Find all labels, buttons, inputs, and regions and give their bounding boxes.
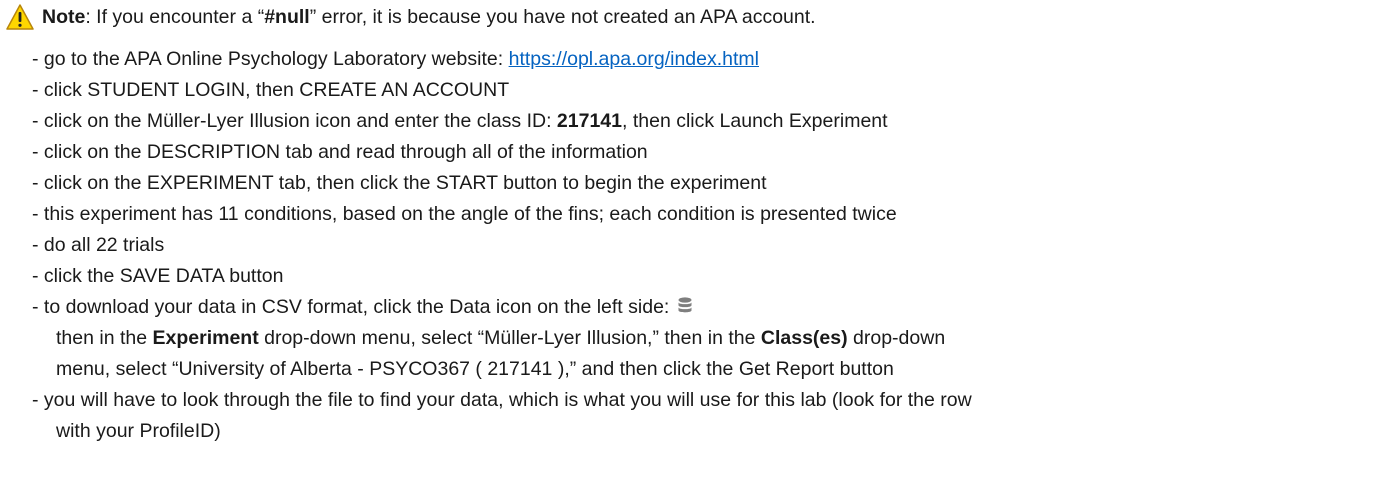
step-find-data: - you will have to look through the file… bbox=[32, 389, 972, 411]
step-download-continued: then in the Experiment drop-down menu, s… bbox=[56, 327, 946, 349]
experiment-menu-label: Experiment bbox=[152, 327, 259, 349]
step-download: - to download your data in CSV format, c… bbox=[32, 293, 692, 321]
step-class-id-after: , then click Launch Experiment bbox=[622, 110, 888, 132]
step-save-data: - click the SAVE DATA button bbox=[32, 265, 284, 287]
step-website: - go to the APA Online Psychology Labora… bbox=[32, 45, 759, 73]
step-class-id: - click on the Müller-Lyer Illusion icon… bbox=[32, 107, 888, 135]
null-error-code: #null bbox=[264, 5, 310, 28]
warning-icon bbox=[6, 4, 34, 30]
note-text-after: ” error, it is because you have not crea… bbox=[309, 5, 816, 28]
note-line: Note: If you encounter a “#null” error, … bbox=[6, 2, 816, 32]
note-text-before: : If you encounter a “ bbox=[85, 5, 265, 28]
step-description: - click on the DESCRIPTION tab and read … bbox=[32, 141, 648, 163]
step-experiment: - click on the EXPERIMENT tab, then clic… bbox=[32, 172, 767, 194]
note-label: Note bbox=[42, 5, 86, 28]
step-conditions: - this experiment has 11 conditions, bas… bbox=[32, 203, 897, 225]
step-download-text: - to download your data in CSV format, c… bbox=[32, 296, 675, 318]
step-login: - click STUDENT LOGIN, then CREATE AN AC… bbox=[32, 79, 510, 101]
class-id-value: 217141 bbox=[556, 110, 622, 132]
step-trials: - do all 22 trials bbox=[32, 234, 165, 256]
opl-website-link[interactable]: https://opl.apa.org/index.html bbox=[509, 48, 759, 70]
step-class-id-before: - click on the Müller-Lyer Illusion icon… bbox=[32, 110, 557, 132]
database-icon bbox=[678, 297, 692, 313]
step-download-menu: menu, select “University of Alberta - PS… bbox=[56, 358, 894, 380]
step-find-data-continued: with your ProfileID) bbox=[56, 420, 221, 442]
classes-menu-label: Class(es) bbox=[760, 327, 848, 349]
step-website-text: - go to the APA Online Psychology Labora… bbox=[32, 48, 509, 70]
